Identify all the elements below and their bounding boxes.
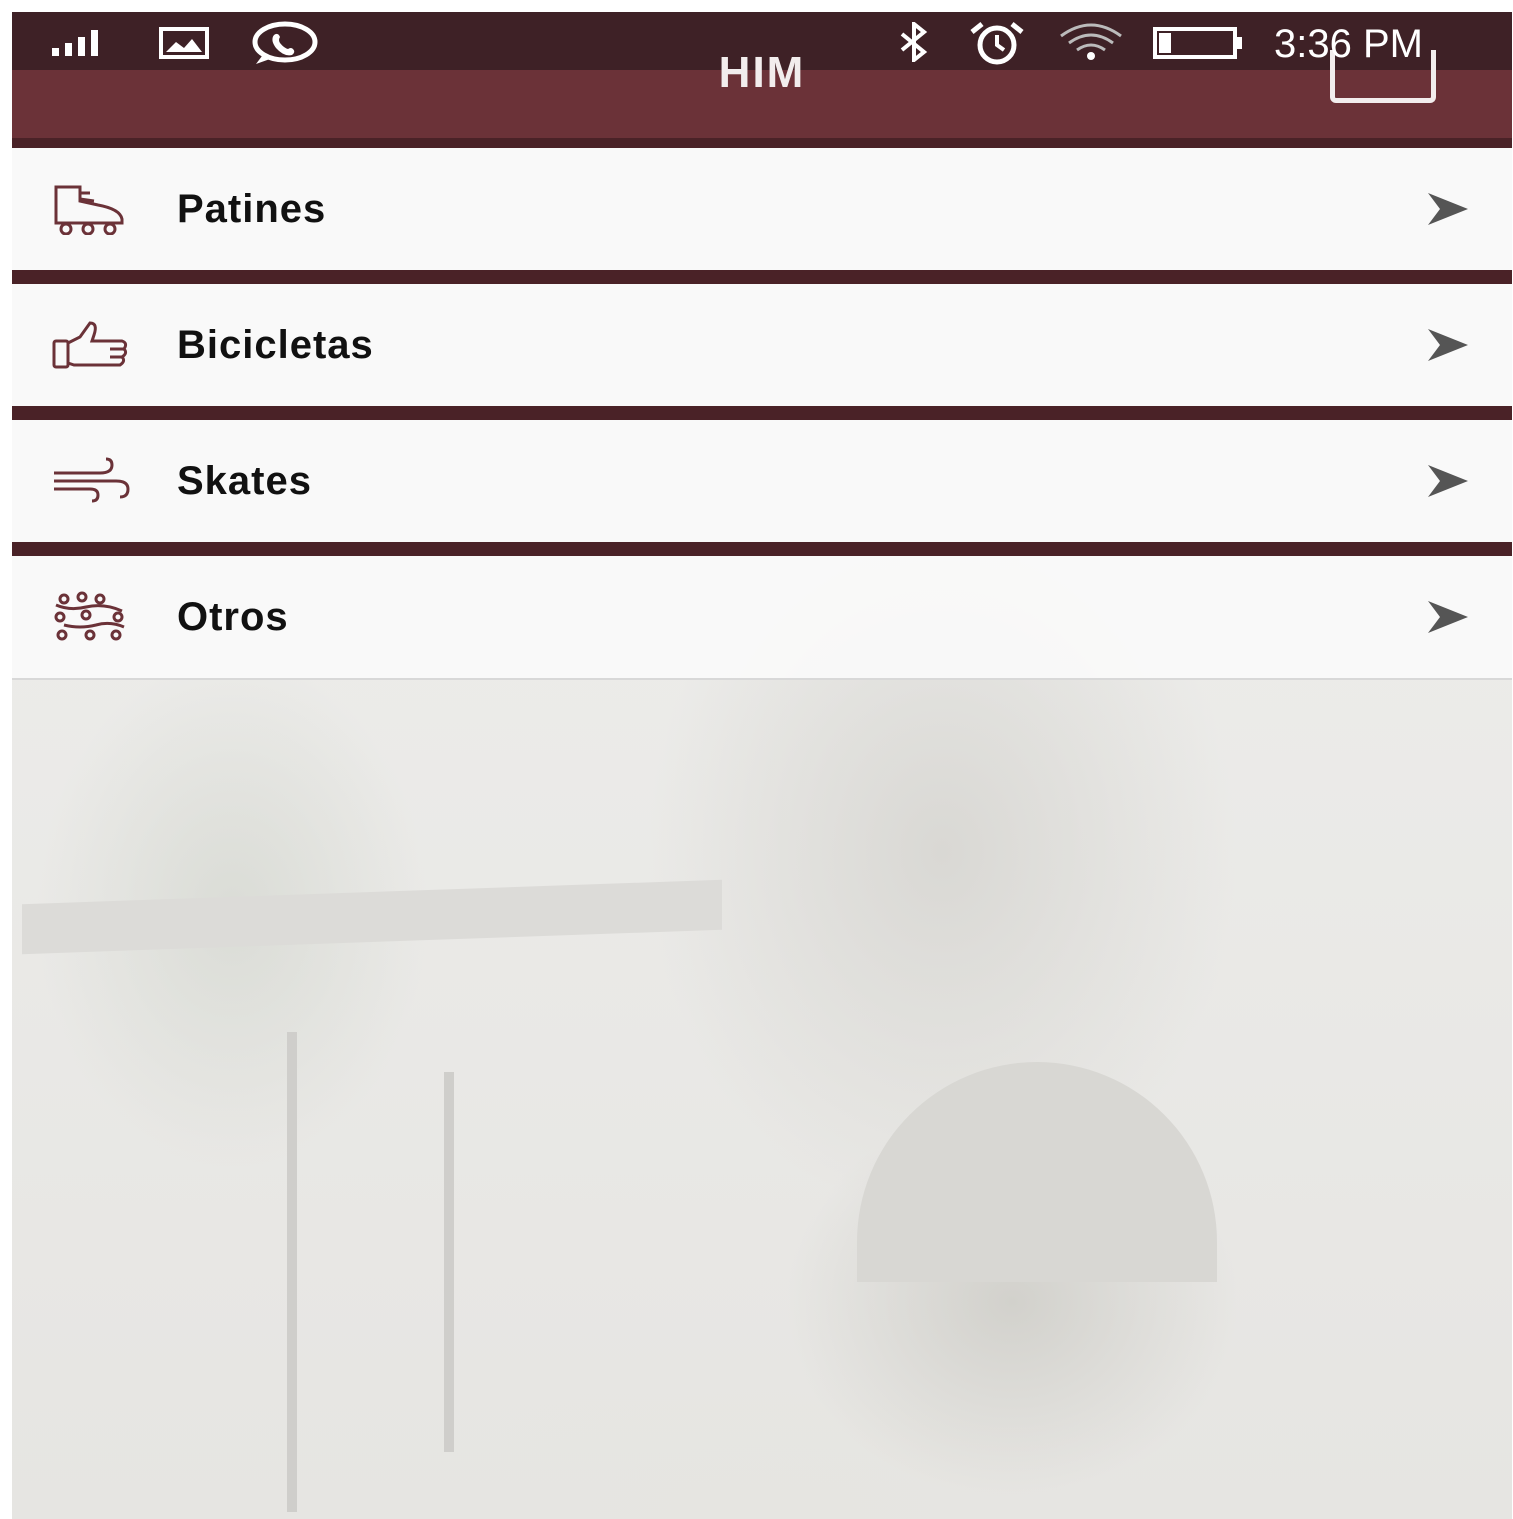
background-photo-pole [444, 1072, 454, 1452]
category-list: Patines Bicicletas Skates Otros [12, 138, 1512, 680]
image-icon [159, 27, 209, 59]
list-item-label: Bicicletas [177, 322, 374, 367]
divider [12, 138, 1512, 148]
chevron-right-icon [1428, 601, 1468, 633]
thumbs-up-icon [52, 321, 128, 369]
list-item-otros[interactable]: Otros [12, 556, 1512, 680]
list-item-bicicletas[interactable]: Bicicletas [12, 284, 1512, 406]
alarm-icon [970, 22, 1024, 65]
list-item-label: Patines [177, 186, 327, 231]
chevron-right-icon [1428, 465, 1468, 497]
list-item-patines[interactable]: Patines [12, 148, 1512, 270]
divider [12, 542, 1512, 556]
app-screen: HIM 3:36 PM Patines Bicicletas Skates Ot… [12, 12, 1512, 1519]
list-item-label: Skates [177, 458, 312, 503]
chevron-right-icon [1428, 329, 1468, 361]
status-clock: 3:36 PM [1274, 22, 1423, 66]
roller-skate-icon [54, 185, 124, 235]
battery-icon [1153, 27, 1242, 59]
wind-icon [54, 457, 130, 503]
background-photo-pole [287, 1032, 297, 1512]
divider [12, 406, 1512, 420]
wifi-icon [1060, 23, 1122, 60]
signal-icon [52, 30, 98, 56]
list-item-label: Otros [177, 594, 289, 639]
list-item-skates[interactable]: Skates [12, 420, 1512, 542]
chevron-right-icon [1428, 193, 1468, 225]
whatsapp-icon [252, 21, 318, 64]
divider [12, 270, 1512, 284]
bluetooth-icon [900, 22, 928, 62]
nodes-icon [54, 591, 125, 641]
